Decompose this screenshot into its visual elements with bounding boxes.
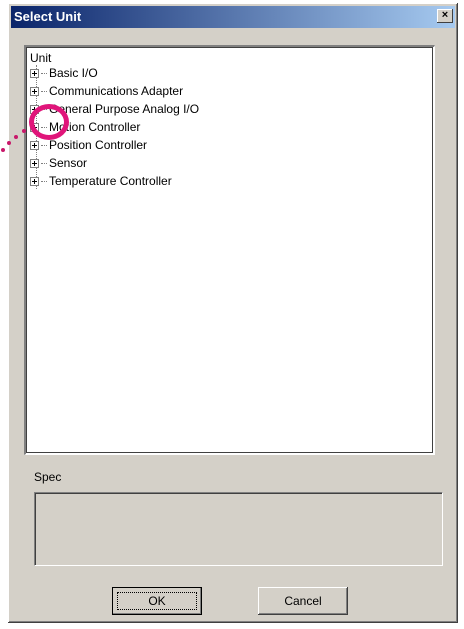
close-button[interactable]: × (437, 9, 453, 23)
ok-button[interactable]: OK (112, 587, 202, 615)
highlight-circle-annotation (29, 104, 69, 140)
expand-icon[interactable] (30, 69, 39, 79)
expand-icon[interactable] (30, 141, 39, 151)
tree-item-label: General Purpose Analog I/O (49, 102, 200, 116)
tree-item-temperature-controller[interactable]: Temperature Controller (30, 172, 172, 190)
tree-item-label: Communications Adapter (49, 84, 184, 98)
tree-item-label: Basic I/O (49, 66, 98, 80)
spec-panel (34, 492, 443, 566)
unit-tree[interactable]: Unit Basic I/O Communications Adapter Ge… (24, 45, 435, 455)
cancel-button[interactable]: Cancel (258, 587, 348, 615)
expand-icon[interactable] (30, 87, 39, 97)
tree-item-sensor[interactable]: Sensor (30, 154, 87, 172)
dialog-title: Select Unit (14, 9, 82, 24)
focus-rectangle (117, 592, 197, 610)
expand-icon[interactable] (30, 177, 39, 187)
dotted-pointer-annotation (0, 129, 30, 165)
tree-item-basic-io[interactable]: Basic I/O (30, 64, 98, 82)
tree-item-label: Sensor (49, 156, 88, 170)
tree-item-label: Position Controller (49, 138, 148, 152)
cancel-button-label: Cancel (284, 594, 322, 608)
expand-icon[interactable] (30, 159, 39, 169)
tree-item-label: Temperature Controller (49, 174, 172, 188)
title-bar[interactable]: Select Unit × (11, 6, 455, 28)
tree-item-communications-adapter[interactable]: Communications Adapter (30, 82, 183, 100)
spec-label: Spec (34, 470, 62, 484)
